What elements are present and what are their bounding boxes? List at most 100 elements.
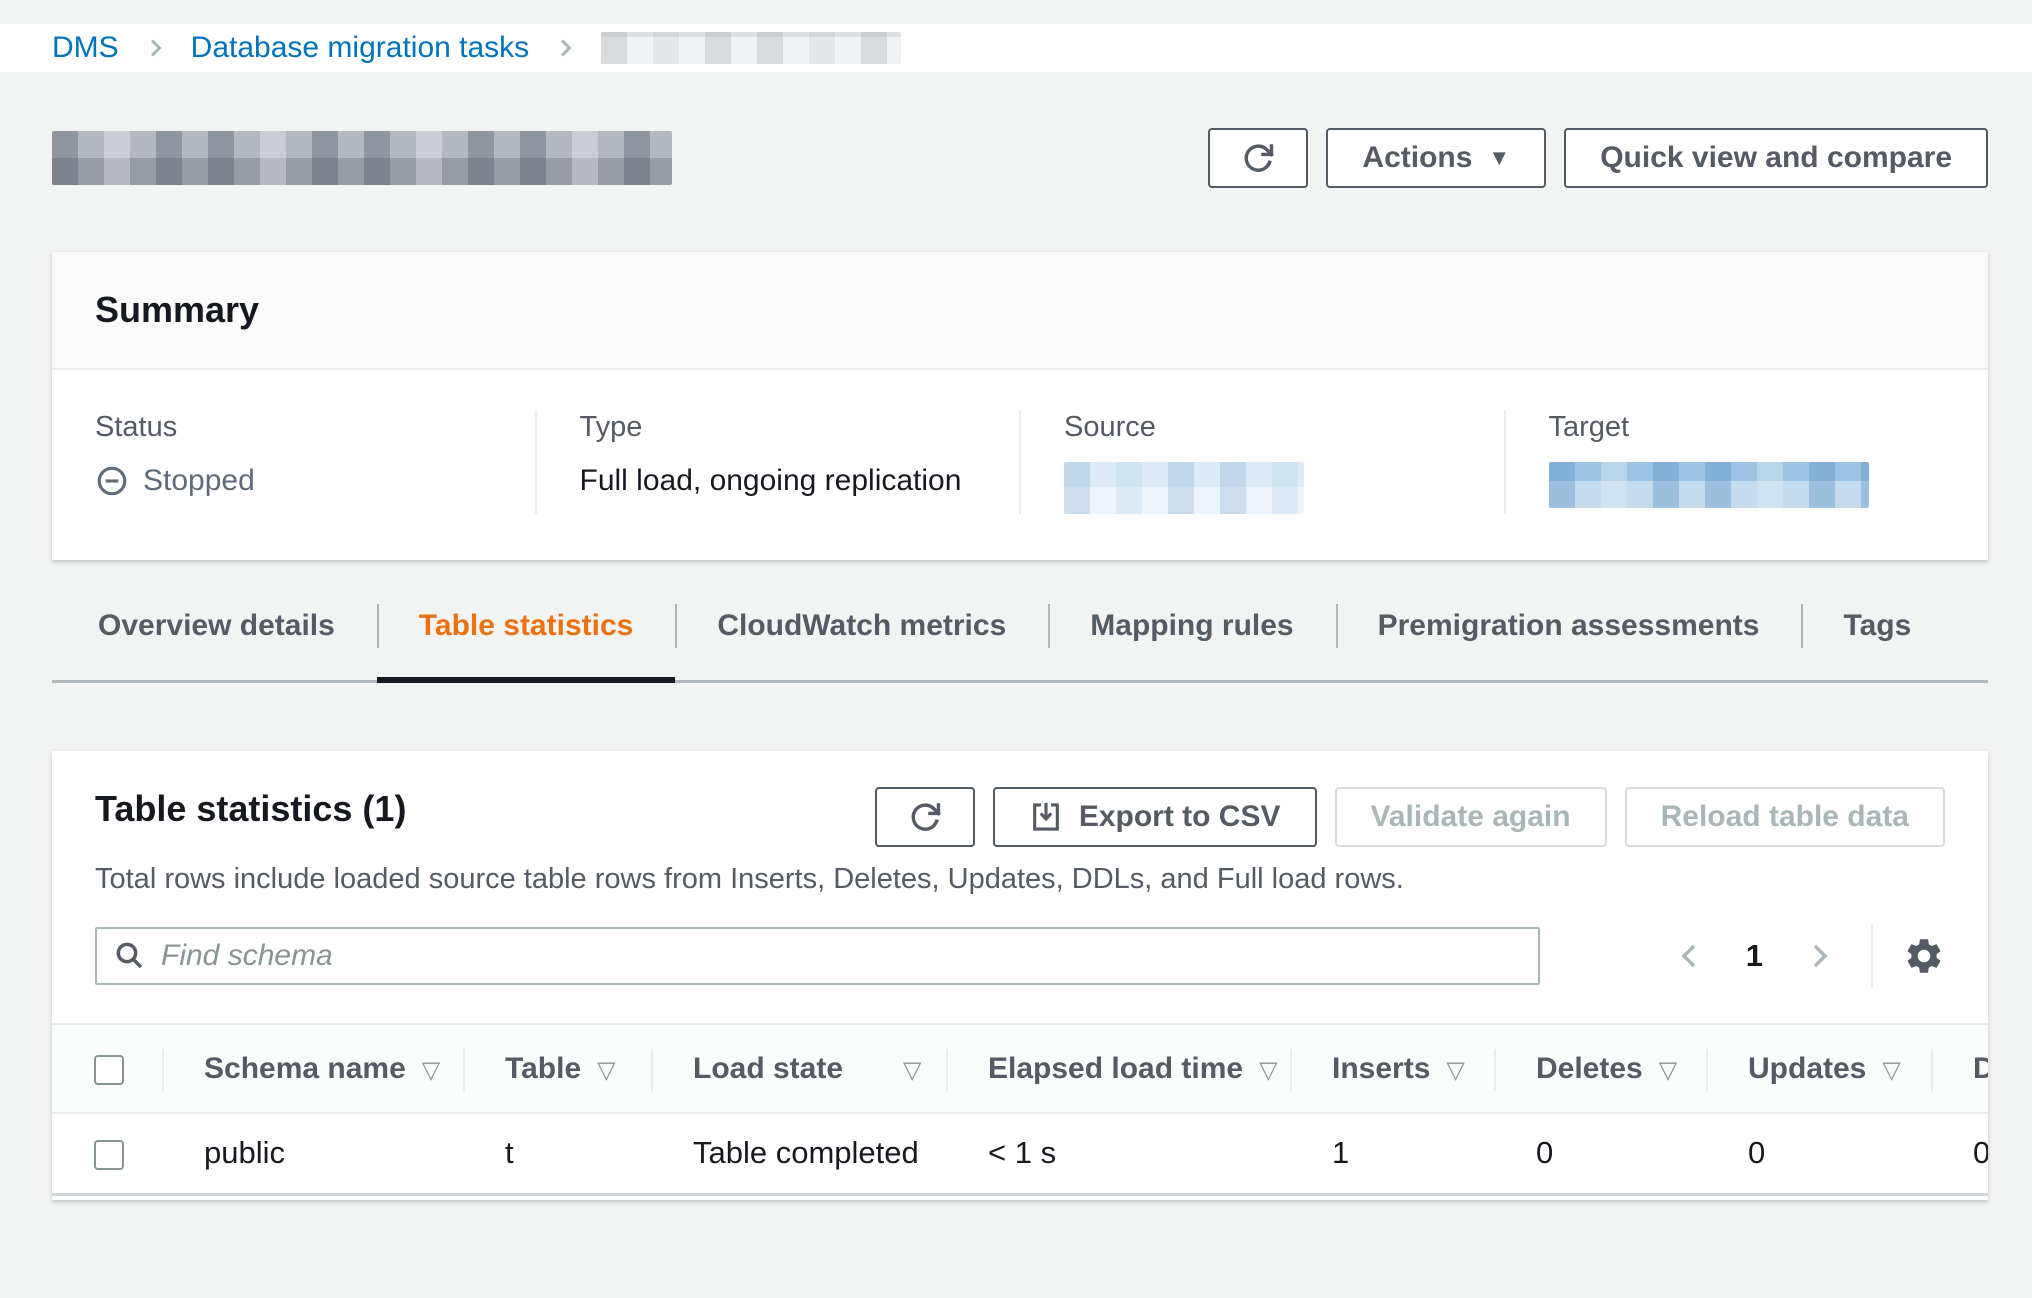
- breadcrumb-chevron-icon: [143, 36, 167, 60]
- refresh-icon: [1241, 141, 1275, 175]
- table-row: public t Table completed < 1 s 1 0 0 0: [52, 1113, 1988, 1194]
- task-detail-tabs: Overview details Table statistics CloudW…: [52, 596, 1988, 683]
- target-endpoint-link-redacted[interactable]: [1549, 462, 1869, 508]
- column-label: Inserts: [1332, 1052, 1430, 1085]
- breadcrumb-bar: DMS Database migration tasks: [0, 24, 2032, 72]
- table-header-row: Schema name ▽ Table ▽ Load state ▽ Elapsed …: [52, 1024, 1988, 1113]
- stopped-status-icon: [95, 464, 129, 498]
- summary-field-status: Status Stopped: [52, 410, 535, 514]
- column-header-elapsed-load-time[interactable]: Elapsed load time▽: [946, 1024, 1290, 1113]
- schema-search: [95, 927, 1540, 985]
- quick-view-compare-button[interactable]: Quick view and compare: [1564, 128, 1988, 188]
- cell-updates: 0: [1706, 1113, 1931, 1194]
- cell-deletes: 0: [1494, 1113, 1706, 1194]
- page-title-redacted: [52, 131, 672, 185]
- tab-premigration-assessments[interactable]: Premigration assessments: [1336, 596, 1802, 680]
- tab-overview-details[interactable]: Overview details: [52, 596, 377, 680]
- select-all-header-cell: [52, 1024, 162, 1113]
- table-refresh-button[interactable]: [875, 787, 975, 847]
- column-header-ddls[interactable]: DDLs: [1931, 1024, 1988, 1113]
- tab-tags[interactable]: Tags: [1801, 596, 1953, 680]
- sort-icon: ▽: [903, 1057, 921, 1084]
- table-statistics-title: Table statistics (1): [95, 787, 406, 831]
- column-header-updates[interactable]: Updates ▽: [1706, 1024, 1931, 1113]
- summary-body: Status Stopped Type Full load, ongoing r…: [52, 370, 1988, 560]
- column-label: Table: [505, 1052, 581, 1085]
- table-preferences-gear-button[interactable]: [1903, 935, 1945, 977]
- breadcrumb-link-dms[interactable]: DMS: [52, 31, 119, 65]
- column-header-table[interactable]: Table ▽: [463, 1024, 651, 1113]
- sort-icon: ▽: [1446, 1057, 1464, 1084]
- summary-title: Summary: [95, 288, 1945, 332]
- sort-icon: ▽: [597, 1057, 615, 1084]
- summary-panel-header: Summary: [52, 252, 1988, 370]
- column-header-load-state[interactable]: Load state ▽: [651, 1024, 946, 1113]
- source-label: Source: [1064, 410, 1504, 444]
- refresh-button[interactable]: [1208, 128, 1308, 188]
- next-page-button[interactable]: [1803, 940, 1835, 972]
- summary-field-type: Type Full load, ongoing replication: [535, 410, 1020, 514]
- row-select-cell: [52, 1113, 162, 1194]
- actions-button-label: Actions: [1362, 141, 1472, 175]
- table-statistics-header: Table statistics (1) Export to CSV: [52, 751, 1988, 987]
- table-statistics-description: Total rows include loaded source table r…: [95, 861, 1945, 897]
- tab-mapping-rules[interactable]: Mapping rules: [1048, 596, 1335, 680]
- search-icon: [113, 939, 145, 971]
- gear-icon: [1903, 935, 1945, 977]
- refresh-icon: [908, 800, 942, 834]
- sort-icon: ▽: [422, 1057, 440, 1084]
- status-label: Status: [95, 410, 535, 444]
- caret-down-icon: ▼: [1488, 147, 1510, 169]
- breadcrumb: DMS Database migration tasks: [52, 31, 901, 65]
- validate-again-button[interactable]: Validate again: [1335, 787, 1607, 847]
- sort-icon: ▽: [1882, 1057, 1900, 1084]
- page-header-actions: Actions ▼ Quick view and compare: [1208, 128, 1988, 188]
- quick-view-compare-label: Quick view and compare: [1600, 141, 1952, 175]
- validate-again-label: Validate again: [1371, 800, 1571, 834]
- reload-table-data-label: Reload table data: [1661, 800, 1909, 834]
- table-toolbar: 1: [95, 925, 1945, 987]
- column-label: Schema name: [204, 1052, 406, 1085]
- sort-icon: ▽: [1659, 1057, 1677, 1084]
- current-page-number[interactable]: 1: [1746, 938, 1763, 974]
- cell-load-state: Table completed: [651, 1113, 946, 1194]
- breadcrumb-current-redacted: [601, 32, 901, 64]
- summary-field-source: Source: [1019, 410, 1504, 514]
- breadcrumb-link-tasks[interactable]: Database migration tasks: [191, 31, 530, 65]
- column-header-inserts[interactable]: Inserts ▽: [1290, 1024, 1494, 1113]
- export-to-csv-label: Export to CSV: [1079, 800, 1281, 834]
- cell-table: t: [463, 1113, 651, 1194]
- type-value: Full load, ongoing replication: [580, 462, 1020, 500]
- status-value: Stopped: [95, 462, 535, 500]
- find-schema-input[interactable]: [95, 927, 1540, 985]
- column-label: Updates: [1748, 1052, 1866, 1085]
- previous-page-button[interactable]: [1674, 940, 1706, 972]
- actions-button[interactable]: Actions ▼: [1326, 128, 1546, 188]
- export-download-icon: [1029, 800, 1063, 834]
- table-statistics-table: Schema name ▽ Table ▽ Load state ▽ Elapsed …: [52, 1023, 1988, 1196]
- export-to-csv-button[interactable]: Export to CSV: [993, 787, 1317, 847]
- table-statistics-panel: Table statistics (1) Export to CSV: [52, 751, 1988, 1200]
- column-label: Deletes: [1536, 1052, 1643, 1085]
- column-label: Elapsed load time: [988, 1052, 1243, 1085]
- cell-ddls: 0: [1931, 1113, 1988, 1194]
- target-label: Target: [1549, 410, 1989, 444]
- cell-elapsed-load-time: < 1 s: [946, 1113, 1290, 1194]
- type-label: Type: [580, 410, 1020, 444]
- reload-table-data-button[interactable]: Reload table data: [1625, 787, 1945, 847]
- status-text: Stopped: [143, 462, 255, 500]
- cell-inserts: 1: [1290, 1113, 1494, 1194]
- summary-field-target: Target: [1504, 410, 1989, 514]
- column-header-deletes[interactable]: Deletes ▽: [1494, 1024, 1706, 1113]
- tab-table-statistics[interactable]: Table statistics: [377, 596, 676, 680]
- table-statistics-actions: Export to CSV Validate again Reload tabl…: [875, 787, 1945, 847]
- row-checkbox[interactable]: [94, 1140, 124, 1170]
- tab-cloudwatch-metrics[interactable]: CloudWatch metrics: [675, 596, 1048, 680]
- column-label: Load state: [693, 1052, 843, 1085]
- source-endpoint-link-redacted[interactable]: [1064, 462, 1304, 514]
- select-all-checkbox[interactable]: [94, 1055, 124, 1085]
- column-header-schema-name[interactable]: Schema name ▽: [162, 1024, 463, 1113]
- summary-panel: Summary Status Stopped Type Full load, o…: [52, 252, 1988, 560]
- table-statistics-table-wrap: Schema name ▽ Table ▽ Load state ▽ Elapsed …: [52, 1023, 1988, 1196]
- page-header: Actions ▼ Quick view and compare: [52, 128, 1988, 188]
